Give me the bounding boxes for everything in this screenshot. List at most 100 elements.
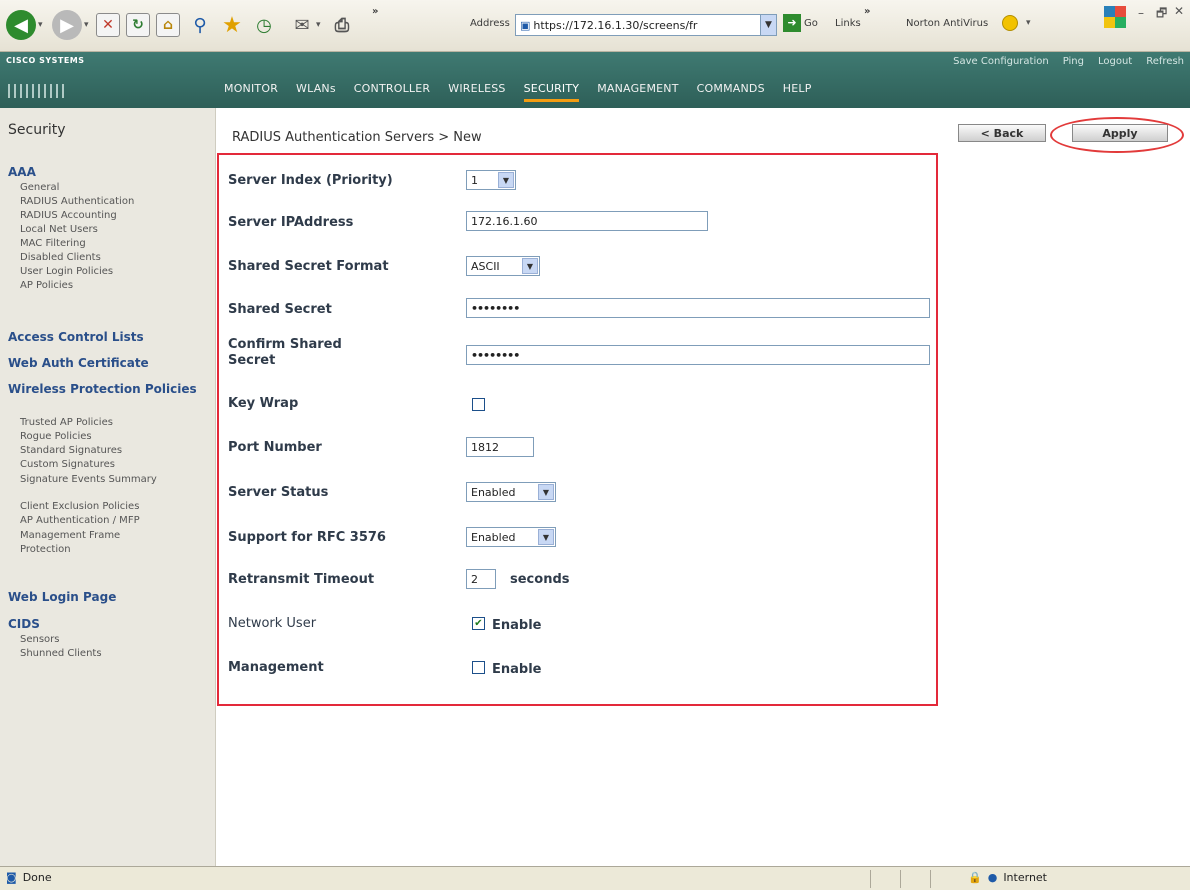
sidebar: Security (0, 108, 216, 866)
restore-icon[interactable]: 🗗 (1156, 4, 1167, 25)
sidebar-item-sensors[interactable]: Sensors (20, 634, 60, 645)
network-user-checkbox[interactable]: ✔ (472, 617, 485, 630)
chevron-down-icon: ▼ (498, 172, 514, 188)
key-wrap-label: Key Wrap (228, 396, 299, 411)
nav-wlans[interactable]: WLANs (296, 82, 336, 102)
mail-button[interactable]: ✉ ▾ (290, 6, 320, 44)
nav-help[interactable]: HELP (783, 82, 812, 102)
refresh-link[interactable]: Refresh (1146, 56, 1184, 67)
sidebar-item-signature-events-summary[interactable]: Signature Events Summary (20, 473, 170, 487)
ping-link[interactable]: Ping (1063, 56, 1084, 67)
stop-button[interactable]: ✕ (96, 6, 120, 44)
nav-monitor[interactable]: MONITOR (224, 82, 278, 102)
confirm-secret-label-line2: Secret (228, 353, 276, 368)
sidebar-item-local-net-users[interactable]: Local Net Users (20, 224, 98, 235)
rfc-3576-label: Support for RFC 3576 (228, 530, 386, 545)
norton-label[interactable]: Norton AntiVirus (906, 18, 988, 29)
sidebar-item-radius-accounting[interactable]: RADIUS Accounting (20, 210, 117, 221)
apply-button[interactable]: Apply (1072, 124, 1168, 142)
server-index-value: 1 (471, 173, 478, 187)
print-button[interactable]: ⎙ (330, 6, 354, 44)
secret-format-value: ASCII (471, 259, 500, 273)
server-ip-input[interactable]: 172.16.1.60 (466, 211, 708, 231)
sidebar-item-shunned-clients[interactable]: Shunned Clients (20, 648, 102, 659)
links-chevron[interactable]: » (864, 6, 870, 17)
home-button[interactable]: ⌂ (156, 6, 180, 44)
forward-arrow-icon: ▶ (52, 10, 82, 40)
refresh-button[interactable]: ↻ (126, 6, 150, 44)
save-configuration-link[interactable]: Save Configuration (953, 56, 1049, 67)
chevron-down-icon[interactable]: ▾ (1026, 18, 1031, 28)
home-icon: ⌂ (156, 13, 180, 37)
nav-management[interactable]: MANAGEMENT (597, 82, 678, 102)
rfc-3576-value: Enabled (471, 530, 516, 544)
toolbar-chevron[interactable]: » (372, 6, 378, 17)
sidebar-section-aaa[interactable]: AAA (8, 165, 36, 179)
sidebar-section-web-auth-certificate[interactable]: Web Auth Certificate (8, 356, 149, 370)
page-done-icon: ◙ (6, 871, 17, 884)
sidebar-item-rogue-policies[interactable]: Rogue Policies (20, 431, 92, 442)
server-index-select[interactable]: 1 ▼ (466, 170, 516, 190)
minimize-restore-icon[interactable]: – (1138, 6, 1144, 20)
rfc-3576-select[interactable]: Enabled ▼ (466, 527, 556, 547)
key-wrap-checkbox[interactable] (472, 398, 485, 411)
sidebar-section-web-login-page[interactable]: Web Login Page (8, 590, 116, 604)
sidebar-item-disabled-clients[interactable]: Disabled Clients (20, 252, 101, 263)
sidebar-item-custom-signatures[interactable]: Custom Signatures (20, 459, 115, 470)
chevron-down-icon: ▼ (538, 529, 554, 545)
sidebar-item-radius-authentication[interactable]: RADIUS Authentication (20, 196, 134, 207)
server-ip-label: Server IPAddress (228, 215, 354, 230)
sidebar-item-ap-authentication-mfp[interactable]: AP Authentication / MFP (20, 515, 140, 526)
go-button[interactable]: ➜ Go (783, 14, 818, 32)
nav-wireless[interactable]: WIRELESS (448, 82, 505, 102)
app-header: CISCO SYSTEMS Save Configuration Ping Lo… (0, 52, 1190, 108)
chevron-down-icon: ▼ (522, 258, 538, 274)
nav-controller[interactable]: CONTROLLER (354, 82, 430, 102)
chevron-down-icon[interactable]: ▼ (760, 15, 776, 35)
management-checkbox[interactable] (472, 661, 485, 674)
search-button[interactable]: ⚲ (188, 6, 212, 44)
favorites-button[interactable]: ★ (220, 6, 244, 44)
back-button[interactable]: < Back (958, 124, 1046, 142)
sidebar-item-client-exclusion-policies[interactable]: Client Exclusion Policies (20, 501, 139, 512)
secret-format-label: Shared Secret Format (228, 259, 389, 274)
nav-commands[interactable]: COMMANDS (697, 82, 765, 102)
shared-secret-input[interactable]: •••••••• (466, 298, 930, 318)
forward-nav-button[interactable]: ▶ ▾ (52, 6, 89, 44)
sidebar-section-cids[interactable]: CIDS (8, 617, 40, 631)
confirm-secret-input[interactable]: •••••••• (466, 345, 930, 365)
address-bar[interactable]: ▣ https://172.16.1.30/screens/fr ▼ (515, 14, 777, 36)
sidebar-item-general[interactable]: General (20, 182, 59, 193)
management-enable-label: Enable (492, 662, 542, 677)
sidebar-section-wireless-protection-policies[interactable]: Wireless Protection Policies (8, 382, 198, 397)
sidebar-item-trusted-ap-policies[interactable]: Trusted AP Policies (20, 417, 113, 428)
main-nav: MONITOR WLANs CONTROLLER WIRELESS SECURI… (224, 82, 812, 102)
sidebar-section-access-control-lists[interactable]: Access Control Lists (8, 330, 144, 344)
browser-status-bar: ◙ Done 🔒 ● Internet (0, 866, 1190, 890)
links-label[interactable]: Links (835, 18, 861, 29)
chevron-down-icon: ▼ (538, 484, 554, 500)
sidebar-title: Security (8, 122, 66, 138)
status-zone-text: Internet (1003, 871, 1047, 884)
nav-security[interactable]: SECURITY (523, 82, 580, 102)
history-button[interactable]: ◷ (252, 6, 276, 44)
server-status-select[interactable]: Enabled ▼ (466, 482, 556, 502)
retransmit-timeout-input[interactable]: 2 (466, 569, 496, 589)
globe-icon: ● (987, 871, 998, 884)
secret-format-select[interactable]: ASCII ▼ (466, 256, 540, 276)
sidebar-item-user-login-policies[interactable]: User Login Policies (20, 266, 113, 277)
shared-secret-label: Shared Secret (228, 302, 332, 317)
chevron-down-icon: ▾ (84, 20, 89, 30)
port-number-label: Port Number (228, 440, 322, 455)
norton-icon[interactable] (1002, 15, 1018, 31)
close-icon[interactable]: ✕ (1174, 4, 1184, 18)
sidebar-item-management-frame-protection[interactable]: Management Frame Protection (20, 529, 170, 557)
back-nav-button[interactable]: ◀ ▾ (6, 6, 43, 44)
server-status-label: Server Status (228, 485, 329, 500)
logout-link[interactable]: Logout (1098, 56, 1132, 67)
port-number-input[interactable]: 1812 (466, 437, 534, 457)
status-right: 🔒 ● Internet (968, 871, 1047, 884)
sidebar-item-ap-policies[interactable]: AP Policies (20, 280, 73, 291)
sidebar-item-standard-signatures[interactable]: Standard Signatures (20, 445, 122, 456)
sidebar-item-mac-filtering[interactable]: MAC Filtering (20, 238, 86, 249)
